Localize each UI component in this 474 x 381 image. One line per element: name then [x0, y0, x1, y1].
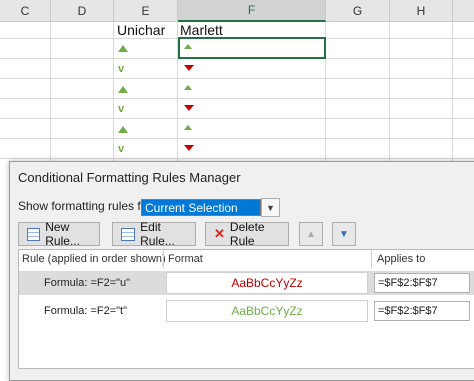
arrow-up-icon [118, 86, 128, 93]
chevron-down-icon: v [118, 143, 125, 155]
chevron-down-icon: ▼ [339, 228, 349, 240]
move-up-button[interactable]: ▲ [299, 222, 323, 246]
grid-line [0, 98, 474, 99]
column-header-g[interactable]: G [326, 0, 390, 22]
arrow-up-icon [184, 125, 192, 130]
delete-rule-button[interactable]: ✕ Delete Rule [205, 220, 289, 248]
delete-rule-label: Delete Rule [229, 220, 265, 248]
arrow-up-icon [184, 44, 192, 49]
arrow-up-icon [118, 45, 128, 52]
column-header-f[interactable]: F [178, 0, 326, 22]
grid-line [0, 78, 474, 79]
edit-rule-icon [121, 227, 136, 241]
arrow-up-icon [184, 85, 192, 90]
dropdown-arrow-icon[interactable]: ▼ [261, 198, 280, 217]
header-divider [163, 250, 164, 268]
delete-icon: ✕ [214, 226, 225, 241]
active-cell-f2[interactable] [178, 37, 326, 59]
rule-formula: Formula: =F2="t" [44, 305, 128, 317]
arrow-down-icon [184, 105, 194, 111]
grid-line [0, 118, 474, 119]
header-divider [371, 250, 372, 268]
format-preview: AaBbCcYyZz [166, 272, 368, 294]
chevron-down-icon: v [118, 63, 125, 75]
grid-line [0, 158, 474, 159]
cell-f1[interactable]: Marlett [180, 22, 223, 38]
column-header-d[interactable]: D [51, 0, 114, 22]
grid-line [0, 138, 474, 139]
show-rules-label: Show formatting rules for: [18, 199, 155, 213]
column-header-e[interactable]: E [114, 0, 178, 22]
show-rules-select[interactable]: Current Selection [141, 199, 261, 216]
chevron-up-icon: ▲ [306, 228, 316, 240]
column-header-rule: Rule (applied in order shown) [22, 253, 166, 265]
cell-e1[interactable]: Unichar [117, 22, 165, 38]
new-rule-label: New Rule... [45, 220, 80, 248]
applies-to-field[interactable]: =$F$2:$F$7 [374, 273, 470, 293]
arrow-up-icon [118, 126, 128, 133]
move-down-button[interactable]: ▼ [332, 222, 356, 246]
grid-line [50, 22, 51, 162]
chevron-down-icon: v [118, 103, 125, 115]
rule-formula: Formula: =F2="u" [44, 277, 131, 289]
grid-line [452, 22, 453, 162]
new-rule-button[interactable]: New Rule... [18, 220, 100, 248]
grid-line [389, 22, 390, 162]
grid-line [113, 22, 114, 162]
column-header-format: Format [168, 253, 203, 265]
column-header-applies: Applies to [377, 253, 426, 265]
applies-to-field[interactable]: =$F$2:$F$7 [374, 301, 470, 321]
format-preview: AaBbCcYyZz [166, 300, 368, 322]
column-header-h[interactable]: H [390, 0, 453, 22]
dialog-title: Conditional Formatting Rules Manager [18, 170, 241, 185]
new-rule-icon [27, 227, 41, 241]
arrow-down-icon [184, 65, 194, 71]
column-header-next[interactable] [453, 0, 474, 22]
edit-rule-button[interactable]: Edit Rule... [112, 220, 196, 248]
arrow-down-icon [184, 145, 194, 151]
edit-rule-label: Edit Rule... [140, 220, 175, 248]
column-header-c[interactable]: C [0, 0, 51, 22]
